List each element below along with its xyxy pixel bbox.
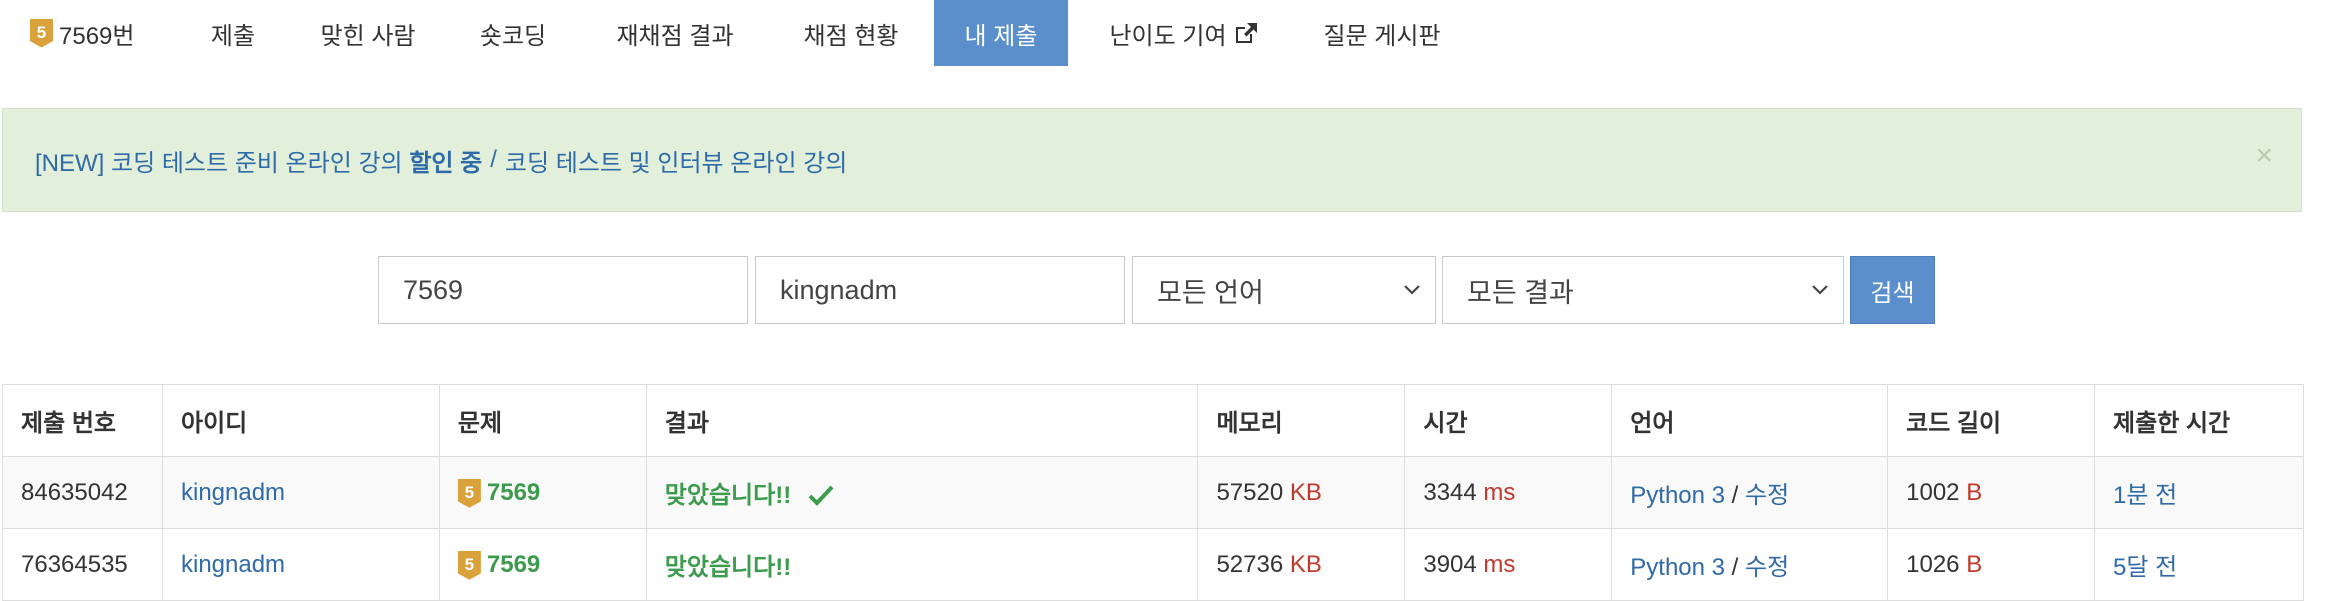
result-select-value: 모든 결과 bbox=[1467, 277, 1574, 308]
problem-link[interactable]: 5 7569 bbox=[457, 478, 541, 508]
alert-course-link[interactable]: 코딩 테스트 및 인터뷰 온라인 강의 bbox=[505, 143, 847, 178]
nav-judge-status[interactable]: 채점 현황 bbox=[788, 0, 914, 66]
table-row: 76364535 kingnadm 5 7569 맞았습니다!! 52736 K… bbox=[2, 528, 2304, 601]
submitted-time-link[interactable]: 5달 전 bbox=[2094, 528, 2304, 601]
language-cell: Python 3 / 수정 bbox=[1611, 456, 1889, 529]
tab-my-submissions[interactable]: 내 제출 bbox=[934, 0, 1068, 66]
memory-cell: 57520 KB bbox=[1197, 456, 1406, 529]
nav-problem-link[interactable]: 5 7569번 bbox=[30, 0, 150, 66]
user-link[interactable]: kingnadm bbox=[161, 456, 440, 529]
nav-problem-label: 7569번 bbox=[59, 22, 135, 50]
col-memory: 메모리 bbox=[1197, 384, 1406, 457]
tier-badge-icon: 5 bbox=[457, 550, 481, 580]
code-length-unit: B bbox=[1966, 478, 1983, 506]
submission-table: 제출 번호 아이디 문제 결과 메모리 시간 언어 코드 길이 제출한 시간 8… bbox=[2, 384, 2304, 601]
time-cell: 3904 ms bbox=[1404, 528, 1613, 601]
user-link[interactable]: kingnadm bbox=[161, 528, 440, 601]
result-cell: 맞았습니다!! bbox=[645, 456, 1199, 529]
problem-link[interactable]: 5 7569 bbox=[457, 550, 541, 580]
problem-number: 7569 bbox=[486, 479, 541, 507]
result-cell: 맞았습니다!! bbox=[645, 528, 1199, 601]
nav-rejudge-results[interactable]: 재채점 결과 bbox=[600, 0, 750, 66]
nav-short-coding[interactable]: 숏코딩 bbox=[468, 0, 558, 66]
time-value: 3904 bbox=[1423, 550, 1477, 578]
memory-value: 52736 bbox=[1216, 550, 1284, 578]
problem-nav: 5 7569번 제출 맞힌 사람 숏코딩 재채점 결과 채점 현황 내 제출 난… bbox=[0, 0, 2328, 66]
search-button[interactable]: 검색 bbox=[1850, 256, 1935, 324]
col-time: 시간 bbox=[1404, 384, 1613, 457]
result-text: 맞았습니다!! bbox=[664, 554, 792, 581]
result-select[interactable]: 모든 결과 bbox=[1442, 256, 1844, 324]
problem-cell: 5 7569 bbox=[438, 456, 647, 529]
user-id-input[interactable]: kingnadm bbox=[755, 256, 1125, 324]
submitted-time-link[interactable]: 1분 전 bbox=[2094, 456, 2304, 529]
language-select[interactable]: 모든 언어 bbox=[1132, 256, 1436, 324]
tier-badge-icon: 5 bbox=[30, 18, 53, 48]
table-header-row: 제출 번호 아이디 문제 결과 메모리 시간 언어 코드 길이 제출한 시간 bbox=[2, 384, 2304, 457]
memory-value: 57520 bbox=[1216, 478, 1284, 506]
memory-unit: KB bbox=[1289, 550, 1322, 578]
alert-separator: / bbox=[490, 146, 497, 173]
submission-id: 76364535 bbox=[2, 528, 163, 601]
submission-id: 84635042 bbox=[2, 456, 163, 529]
memory-cell: 52736 KB bbox=[1197, 528, 1406, 601]
tier-badge-icon: 5 bbox=[457, 478, 481, 508]
language-link[interactable]: Python 3 bbox=[1630, 482, 1725, 509]
col-submission-id: 제출 번호 bbox=[2, 384, 163, 457]
code-length-value: 1002 bbox=[1906, 478, 1960, 506]
nav-submit[interactable]: 제출 bbox=[198, 0, 268, 66]
time-value: 3344 bbox=[1423, 478, 1477, 506]
nav-questions-board[interactable]: 질문 게시판 bbox=[1320, 0, 1444, 66]
language-link[interactable]: Python 3 bbox=[1630, 554, 1725, 581]
checkmark-icon bbox=[808, 485, 834, 506]
col-user-id: 아이디 bbox=[161, 384, 440, 457]
nav-difficulty-label: 난이도 기여 bbox=[1109, 22, 1227, 50]
col-result: 결과 bbox=[645, 384, 1199, 457]
code-length-cell: 1026 B bbox=[1887, 528, 2096, 601]
col-code-length: 코드 길이 bbox=[1887, 384, 2096, 457]
language-separator: / bbox=[1731, 554, 1739, 581]
code-length-value: 1026 bbox=[1906, 550, 1960, 578]
nav-difficulty-contribution[interactable]: 난이도 기여 bbox=[1104, 0, 1264, 66]
nav-solvers[interactable]: 맞힌 사람 bbox=[306, 0, 430, 66]
col-language: 언어 bbox=[1611, 384, 1889, 457]
table-row: 84635042 kingnadm 5 7569 맞았습니다!! 57520 K… bbox=[2, 456, 2304, 529]
language-separator: / bbox=[1731, 482, 1739, 509]
col-submitted-time: 제출한 시간 bbox=[2094, 384, 2304, 457]
time-cell: 3344 ms bbox=[1404, 456, 1613, 529]
result-text: 맞았습니다!! bbox=[664, 482, 792, 509]
code-length-cell: 1002 B bbox=[1887, 456, 2096, 529]
col-problem: 문제 bbox=[438, 384, 647, 457]
promo-alert: [NEW] 코딩 테스트 준비 온라인 강의 할인 중 / 코딩 테스트 및 인… bbox=[2, 108, 2302, 212]
alert-highlight: 할인 중 bbox=[409, 149, 483, 177]
chevron-down-icon bbox=[1812, 285, 1828, 295]
time-unit: ms bbox=[1483, 550, 1516, 578]
memory-unit: KB bbox=[1289, 478, 1322, 506]
time-unit: ms bbox=[1483, 478, 1516, 506]
edit-link[interactable]: 수정 bbox=[1745, 554, 1789, 581]
alert-prefix: [NEW] 코딩 테스트 준비 온라인 강의 bbox=[35, 149, 403, 177]
problem-cell: 5 7569 bbox=[438, 528, 647, 601]
close-icon[interactable]: × bbox=[2255, 139, 2273, 173]
language-cell: Python 3 / 수정 bbox=[1611, 528, 1889, 601]
alert-promo-link[interactable]: [NEW] 코딩 테스트 준비 온라인 강의 할인 중 bbox=[35, 143, 482, 178]
language-select-value: 모든 언어 bbox=[1157, 277, 1264, 308]
edit-link[interactable]: 수정 bbox=[1745, 482, 1789, 509]
problem-number: 7569 bbox=[486, 551, 541, 579]
chevron-down-icon bbox=[1404, 285, 1420, 295]
code-length-unit: B bbox=[1966, 550, 1983, 578]
problem-id-input[interactable]: 7569 bbox=[378, 256, 748, 324]
external-link-icon bbox=[1235, 23, 1257, 43]
